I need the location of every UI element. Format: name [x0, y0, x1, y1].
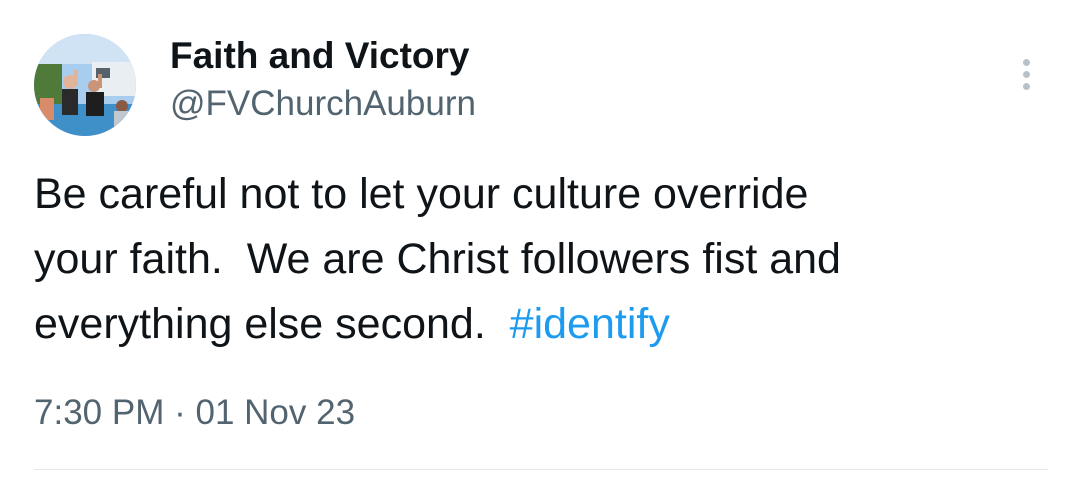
- tweet-text-line: your faith. We are Christ followers fist…: [34, 235, 841, 283]
- tweet-text-line: everything else second. #identify: [34, 292, 1054, 357]
- tweet-timestamp[interactable]: 7:30 PM · 01 Nov 23: [34, 388, 355, 438]
- avatar[interactable]: [34, 34, 136, 136]
- tweet-text-line: Be careful not to let your culture overr…: [34, 170, 809, 218]
- timestamp-separator: ·: [174, 393, 186, 432]
- hashtag-link[interactable]: #identify: [510, 300, 670, 348]
- tweet-time: 7:30 PM: [34, 393, 165, 432]
- more-options-button[interactable]: [1006, 52, 1046, 96]
- more-vertical-icon-dot: [1022, 82, 1030, 90]
- more-vertical-icon-dot: [1022, 70, 1030, 78]
- divider: [34, 469, 1048, 470]
- tweet-text-segment: everything else second.: [34, 300, 510, 348]
- display-name[interactable]: Faith and Victory: [170, 34, 476, 78]
- more-vertical-icon: [1022, 58, 1030, 66]
- tweet-date: 01 Nov 23: [195, 393, 356, 432]
- profile-photo-icon: [34, 34, 136, 136]
- tweet-text: Be careful not to let your culture overr…: [34, 162, 1054, 357]
- user-handle[interactable]: @FVChurchAuburn: [170, 82, 476, 126]
- author-block: Faith and Victory @FVChurchAuburn: [170, 34, 476, 126]
- tweet-card: Faith and Victory @FVChurchAuburn Be car…: [0, 0, 1080, 504]
